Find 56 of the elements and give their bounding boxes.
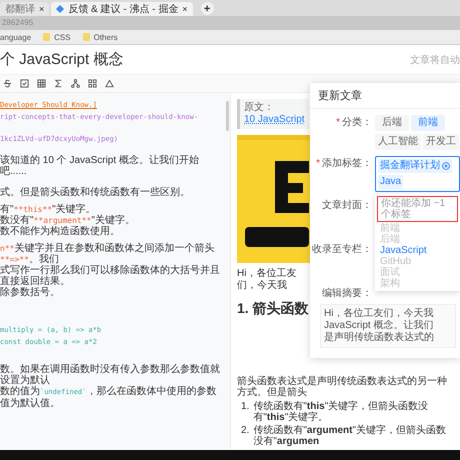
dialog-title: 更新文章	[310, 83, 460, 109]
bookmark-item[interactable]: CSS	[43, 32, 71, 42]
tag-label: 掘金翻译计划	[380, 160, 440, 172]
close-button[interactable]: ×	[39, 4, 44, 14]
new-tab-button[interactable]: +	[200, 2, 214, 15]
intro-text: Hi，各位工友们，今天我	[237, 268, 298, 292]
editor-line: 数不能作为构造函数使用。	[0, 226, 121, 237]
category-option[interactable]: 前端	[411, 115, 445, 131]
limit-hint: 你还能添加 −1 个标签	[377, 196, 458, 222]
editor-line: 除参数括号。	[0, 287, 61, 298]
editor-line: 该知道的 10 个 JavaScript 概念。让我们开始吧......	[0, 155, 200, 177]
source-label: 原文：	[244, 102, 274, 113]
bookmark-item[interactable]: Others	[82, 32, 118, 42]
tag-input[interactable]: 掘金翻译计划 Java	[375, 156, 460, 192]
checkbox-icon[interactable]	[20, 79, 29, 88]
field-label: 编辑摘要：	[321, 286, 372, 301]
body-text: 箭头函数表达式是声明传统函数表达式的另一种方式。但是箭头	[237, 376, 448, 398]
summary-field[interactable]: Hi，各位工友们，今天我 JavaScript 概念。让我们 是声明传统函数表达式的	[320, 304, 456, 348]
shape-icon[interactable]	[105, 79, 114, 88]
editor-line: 有"**this**"关键字。	[0, 204, 96, 215]
diamond-icon	[56, 5, 64, 13]
dropdown-item[interactable]: JavaScript	[375, 245, 460, 256]
field-label: * 分类：	[335, 116, 372, 130]
field-label: * 添加标签：	[315, 156, 372, 171]
editor-line: n**关键字并且在参数和函数体之间添加一个箭头 **=>**。我们	[0, 243, 216, 265]
folder-icon	[82, 33, 90, 41]
remove-icon[interactable]	[442, 162, 450, 170]
field-label: 文章封面：	[321, 198, 372, 213]
scrollbar[interactable]	[226, 101, 229, 131]
category-option[interactable]: 开发工	[423, 134, 459, 150]
table-icon[interactable]	[37, 79, 46, 88]
autosave-hint: 文章将自动	[410, 54, 460, 66]
section-heading: 1. 箭头函数	[237, 300, 309, 317]
bookmark-item[interactable]: anguage	[0, 32, 32, 42]
folder-icon	[43, 33, 50, 41]
category-option[interactable]: 后端	[375, 115, 409, 131]
list-number: 2.	[240, 425, 250, 438]
category-option[interactable]: 人工智能	[375, 134, 421, 150]
source-link[interactable]: 10 JavaScript	[244, 114, 305, 125]
browser-tab[interactable]: 反馈 & 建议 - 沸点 - 掘金 ×	[51, 2, 193, 16]
browser-tab[interactable]: 都翻译 ×	[0, 2, 50, 16]
close-button[interactable]: ×	[182, 4, 188, 14]
field-label: 收录至专栏：	[311, 242, 372, 257]
list-text: 传统函数有"argument"关键字，但箭头函数没有"argumen	[253, 425, 448, 447]
grid-icon[interactable]	[88, 79, 97, 88]
list-number: 1.	[240, 401, 250, 414]
diagram-icon[interactable]	[71, 79, 80, 88]
sigma-icon[interactable]	[54, 79, 63, 88]
editor-line: 式。但是箭头函数和传统函数有一些区别。	[0, 187, 191, 198]
editor-line: 式写作一行那么我们可以移除函数体的大括号并且直接返回结果。	[0, 265, 221, 287]
title-field[interactable]: 个 JavaScript 概念	[0, 50, 124, 69]
tag-label: Java	[380, 176, 402, 188]
strikethrough-icon[interactable]	[3, 79, 12, 88]
editor-line: 数。如果在调用函数时没有传入参数那么参数值就设置为默认	[0, 364, 221, 386]
list-text: 传统函数有"this"关键字，但箭头函数没有"this"关键字。	[253, 401, 430, 423]
editor-line: 数没有"**argument**"关键字。	[0, 215, 136, 226]
